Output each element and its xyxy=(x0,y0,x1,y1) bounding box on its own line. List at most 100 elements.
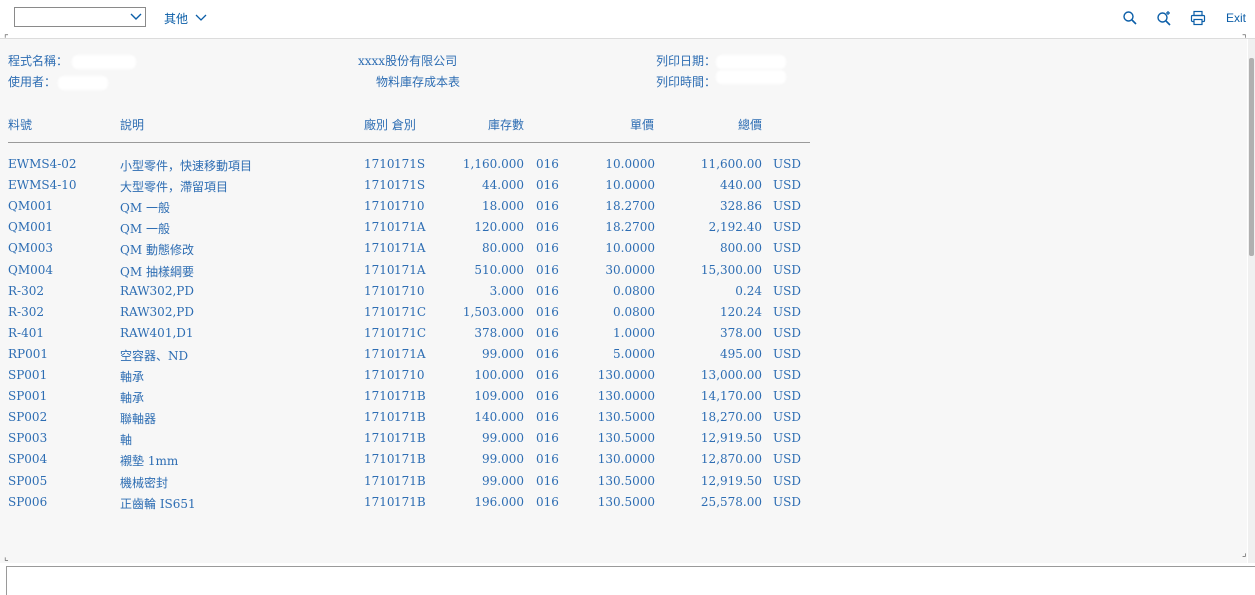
cell-qty: 196.000 xyxy=(474,494,524,509)
cell-material: SP001 xyxy=(8,389,48,404)
cell-price: 10.0000 xyxy=(605,157,655,171)
cell-plant: 1710 xyxy=(364,241,395,256)
cell-price: 130.0000 xyxy=(597,368,655,382)
cell-qty: 120.000 xyxy=(474,220,524,235)
company-name: xxxx股份有限公司 xyxy=(358,54,458,68)
more-menu-label: 其他 xyxy=(164,12,189,26)
cell-total: 12,919.50 xyxy=(700,473,762,488)
cell-plant: 1710 xyxy=(364,325,395,340)
cell-price: 10.0000 xyxy=(605,178,655,193)
cell-material: SP002 xyxy=(8,410,48,425)
cell-price: 130.5000 xyxy=(597,410,655,425)
cell-price: 10.0000 xyxy=(605,241,655,256)
cell-desc: RAW302,PD xyxy=(120,283,194,298)
toolbar: 其他 Exit xyxy=(0,0,1255,39)
cell-plant: 1710 xyxy=(364,473,395,488)
search-icon[interactable] xyxy=(1122,10,1140,28)
col-header-stock: 庫存數 xyxy=(488,118,525,132)
search-plus-icon[interactable] xyxy=(1156,10,1174,28)
cell-desc: 空容器、ND xyxy=(120,348,189,363)
cell-cur: USD xyxy=(773,220,801,235)
redacted-print-time xyxy=(716,70,786,84)
cell-cur: USD xyxy=(773,199,801,214)
cell-material: SP006 xyxy=(8,494,48,509)
cell-desc: RAW302,PD xyxy=(120,304,194,319)
cell-cur: USD xyxy=(773,178,801,193)
cell-price: 5.0000 xyxy=(613,346,655,361)
cell-cur: USD xyxy=(773,473,801,488)
cell-desc: QM 動態修改 xyxy=(120,243,194,258)
cell-plant: 1710 xyxy=(364,304,395,319)
cell-cur: USD xyxy=(773,389,801,404)
cell-plant: 1710 xyxy=(364,389,395,404)
cell-desc: 小型零件，快速移動項目 xyxy=(120,159,253,173)
cell-qty: 3.000 xyxy=(489,283,524,298)
cell-total: 378.00 xyxy=(720,325,762,340)
cell-desc: 大型零件，滯留項目 xyxy=(120,180,229,195)
chevron-down-icon xyxy=(129,8,143,30)
cell-total: 12,919.50 xyxy=(700,431,762,446)
cell-total: 800.00 xyxy=(720,241,762,256)
cell-plant: 1710 xyxy=(364,199,395,214)
cell-price: 18.2700 xyxy=(605,220,655,235)
cell-cur: USD xyxy=(773,325,801,340)
cell-qty: 140.000 xyxy=(474,410,524,425)
cell-desc: 軸承 xyxy=(120,391,145,406)
cell-total: 12,870.00 xyxy=(700,452,762,467)
cell-total: 15,300.00 xyxy=(700,262,762,277)
cell-cur: USD xyxy=(773,304,801,319)
cell-price: 130.5000 xyxy=(597,431,655,446)
cell-price: 130.5000 xyxy=(597,473,655,488)
cell-price: 0.0800 xyxy=(613,283,655,298)
cell-price: 130.5000 xyxy=(597,494,655,509)
cell-qty: 44.000 xyxy=(482,178,524,193)
cell-desc: QM 抽樣綱要 xyxy=(120,264,194,279)
exit-button[interactable]: Exit xyxy=(1226,11,1246,25)
cell-material: SP005 xyxy=(8,473,48,488)
cell-plant: 1710 xyxy=(364,368,395,382)
user-label: 使用者： xyxy=(8,75,57,89)
cell-material: SP001 xyxy=(8,368,48,382)
cell-total: 328.86 xyxy=(720,199,762,214)
cell-cur: USD xyxy=(773,283,801,298)
cell-material: QM001 xyxy=(8,199,54,214)
cell-total: 13,000.00 xyxy=(700,368,762,382)
cell-total: 2,192.40 xyxy=(708,220,762,235)
cell-qty: 510.000 xyxy=(474,262,524,277)
cell-total: 25,578.00 xyxy=(700,494,762,509)
cell-qty: 99.000 xyxy=(482,431,524,446)
col-header-description: 說明 xyxy=(120,118,145,132)
cell-plant: 1710 xyxy=(364,178,395,193)
cell-plant: 1710 xyxy=(364,452,395,467)
cell-material: SP003 xyxy=(8,431,48,446)
cell-plant: 1710 xyxy=(364,431,395,446)
cell-plant: 1710 xyxy=(364,283,395,298)
cell-material: R-401 xyxy=(8,325,44,340)
cell-total: 14,170.00 xyxy=(700,389,762,404)
cell-desc: QM 一般 xyxy=(120,201,170,216)
report-title: 物料庫存成本表 xyxy=(376,75,461,89)
cell-cur: USD xyxy=(773,262,801,277)
command-field[interactable] xyxy=(6,566,1255,595)
cell-material: QM004 xyxy=(8,262,54,277)
header-divider xyxy=(8,142,810,143)
redacted-program-name xyxy=(72,55,136,69)
cell-price: 0.0800 xyxy=(613,304,655,319)
cell-total: 120.24 xyxy=(720,304,762,319)
cell-cur: USD xyxy=(773,241,801,256)
redacted-print-date xyxy=(716,55,786,69)
print-time-label: 列印時間： xyxy=(656,75,717,89)
more-menu-button[interactable]: 其他 xyxy=(164,10,207,27)
print-date-label: 列印日期： xyxy=(656,54,717,68)
print-icon[interactable] xyxy=(1190,10,1208,28)
cell-total: 18,270.00 xyxy=(700,410,762,425)
cell-qty: 1,503.000 xyxy=(462,304,524,319)
cell-qty: 109.000 xyxy=(474,389,524,404)
scrollbar-thumb[interactable] xyxy=(1249,58,1254,256)
cell-plant: 1710 xyxy=(364,220,395,235)
cell-total: 11,600.00 xyxy=(700,157,762,171)
cell-desc: 軸承 xyxy=(120,370,145,384)
corner-mark-icon: ⌟ xyxy=(1242,548,1247,559)
cell-material: R-302 xyxy=(8,283,44,298)
action-dropdown[interactable] xyxy=(14,7,146,27)
